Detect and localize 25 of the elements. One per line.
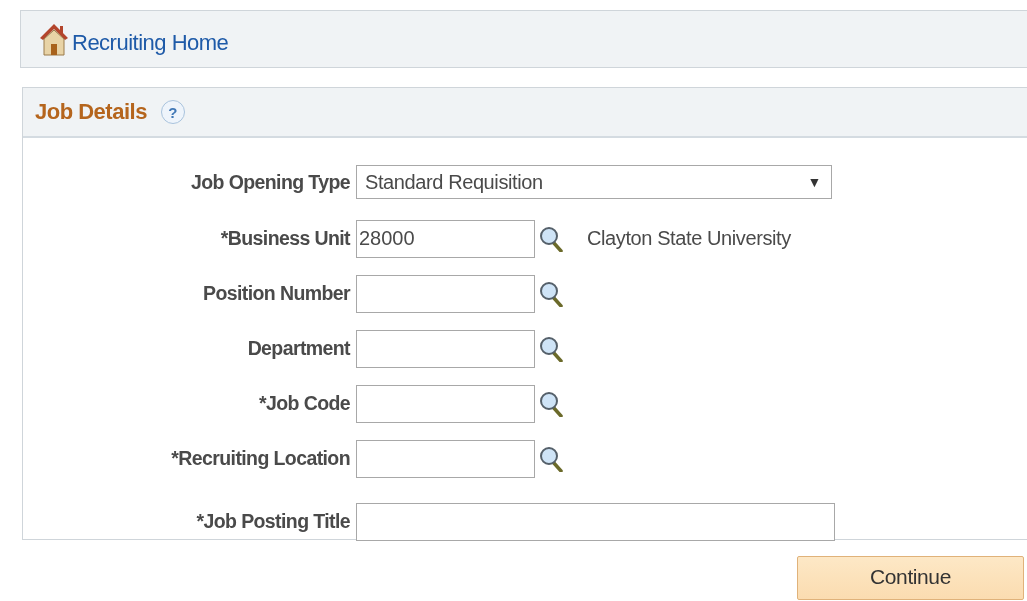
field-label: *Business Unit <box>219 227 352 250</box>
field-label: Position Number <box>202 282 352 305</box>
field-description: Clayton State University <box>587 227 791 250</box>
field-label: Department <box>246 337 352 360</box>
input-field[interactable] <box>356 274 535 313</box>
field-label: Job Opening Type <box>189 170 351 194</box>
search-icon[interactable] <box>539 225 563 252</box>
field-label: *Job Code <box>257 392 351 415</box>
job-opening-type-dropdown[interactable]: Standard Requisition ▼ <box>356 165 832 199</box>
input-field[interactable] <box>356 329 535 368</box>
input-field[interactable] <box>356 439 535 478</box>
search-icon[interactable] <box>539 335 563 362</box>
input-field[interactable] <box>356 502 835 541</box>
panel-title: Job Details <box>35 99 147 125</box>
input-field[interactable]: 28000 <box>356 219 535 258</box>
field-label: *Recruiting Location <box>170 447 351 470</box>
help-button[interactable]: ? <box>160 100 185 124</box>
search-icon[interactable] <box>539 445 563 472</box>
field-label: *Job Posting Title <box>195 510 351 533</box>
house-icon <box>39 22 69 56</box>
search-icon[interactable] <box>539 280 563 307</box>
continue-button[interactable]: Continue <box>797 556 1024 600</box>
recruiting-home-link[interactable]: Recruiting Home <box>39 22 229 56</box>
search-icon[interactable] <box>539 390 563 417</box>
input-field[interactable] <box>356 384 535 423</box>
